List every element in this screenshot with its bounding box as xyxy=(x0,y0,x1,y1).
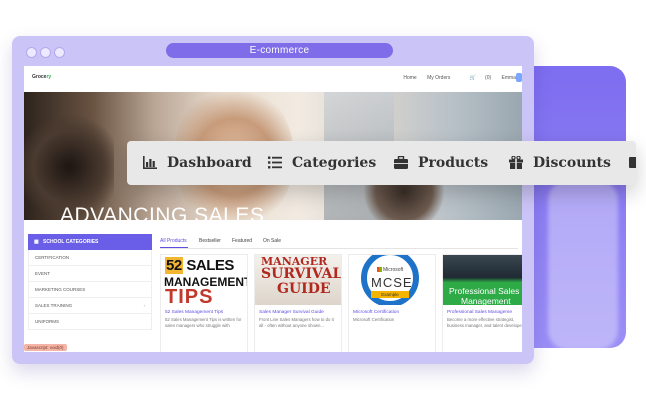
sidebar-item-sales-training[interactable]: SALES TRAINING › xyxy=(28,298,152,314)
product-card[interactable]: Microsoft MCSE Example Microsoft Certifi… xyxy=(348,254,436,352)
sidebar-item-label: CERTIFICATION xyxy=(35,255,70,260)
product-thumbnail[interactable]: 52 SALES MANAGEMENT TIPS xyxy=(161,255,247,305)
logo-text: Groce xyxy=(32,74,47,80)
site-logo[interactable]: Grocery xyxy=(32,74,51,80)
product-tabs: All Products Bestseller Featured On Sale xyxy=(160,234,518,249)
list-icon xyxy=(268,156,282,169)
category-sidebar: ▦ SCHOOL CATEGORIES CERTIFICATION EVENT M… xyxy=(28,234,152,330)
thumb-line: MCSE xyxy=(371,275,413,290)
window-close-dot[interactable] xyxy=(26,47,37,58)
active-tab-indicator xyxy=(160,247,188,248)
product-thumbnail[interactable]: MANAGER SURVIVAL GUIDE xyxy=(255,255,341,305)
tab-on-sale[interactable]: On Sale xyxy=(263,238,281,244)
product-thumbnail[interactable]: Microsoft MCSE Example xyxy=(349,255,435,305)
chat-badge-icon[interactable] xyxy=(516,73,522,82)
microsoft-logo-icon xyxy=(377,267,382,273)
product-card[interactable]: 52 SALES MANAGEMENT TIPS 52 Sales Manage… xyxy=(160,254,248,352)
product-title-link[interactable]: Professional Sales Manageme xyxy=(447,310,512,315)
thumb-brand: Microsoft xyxy=(377,267,403,273)
web-page: Grocery Home My Orders 🛒 (0) Emma ADVANCI… xyxy=(24,66,522,352)
menu-item-label: Categories xyxy=(292,155,377,171)
product-title-link[interactable]: 52 Sales Management Tips xyxy=(165,310,223,315)
decorative-glow xyxy=(548,180,618,350)
sidebar-title: SCHOOL CATEGORIES xyxy=(43,239,99,245)
gift-icon xyxy=(509,156,523,169)
browser-window: E-commerce Grocery Home My Orders 🛒 (0) E… xyxy=(12,36,534,364)
sidebar-item-label: UNIFORMS xyxy=(35,319,59,324)
product-description: Front Line Sales Managers how to do it a… xyxy=(259,317,334,328)
thumb-line: Management xyxy=(461,296,511,305)
tab-bestseller[interactable]: Bestseller xyxy=(199,238,221,244)
product-card[interactable]: MANAGER SURVIVAL GUIDE Sales Manager Sur… xyxy=(254,254,342,352)
nav-cart-link[interactable]: 🛒 (0) xyxy=(461,75,491,81)
sidebar-item-uniforms[interactable]: UNIFORMS xyxy=(28,314,152,330)
site-nav: Home My Orders 🛒 (0) Emma xyxy=(394,75,516,81)
admin-menu-bar: Dashboard Categories Products Discounts xyxy=(127,141,636,185)
thumb-text: SALES xyxy=(182,257,234,274)
product-card[interactable]: Professional Sales Management Profession… xyxy=(442,254,522,352)
menu-item-label: Dashboard xyxy=(167,155,252,171)
menu-item-label: Discounts xyxy=(533,155,611,171)
menu-item-label: Products xyxy=(418,155,489,171)
sidebar-item-label: SALES TRAINING xyxy=(35,303,73,308)
bar-chart-icon xyxy=(143,156,157,169)
tab-all-products[interactable]: All Products xyxy=(160,238,187,244)
window-minimize-dot[interactable] xyxy=(40,47,51,58)
product-description: 52 Sales Management Tips is written for … xyxy=(165,317,242,328)
sidebar-item-certification[interactable]: CERTIFICATION xyxy=(28,250,152,266)
thumb-ribbon: Example xyxy=(371,291,409,298)
tab-featured[interactable]: Featured xyxy=(232,238,252,244)
window-title: E-commerce xyxy=(166,43,393,58)
nav-home-link[interactable]: Home xyxy=(403,75,416,81)
cart-count: (0) xyxy=(485,75,492,81)
product-area: All Products Bestseller Featured On Sale… xyxy=(160,234,522,352)
sidebar-header: ▦ SCHOOL CATEGORIES xyxy=(28,234,152,250)
nav-orders-link[interactable]: My Orders xyxy=(427,75,450,81)
window-titlebar: E-commerce xyxy=(12,36,534,66)
sidebar-item-label: MARKETING COURSES xyxy=(35,287,86,292)
grid-icon: ▦ xyxy=(34,239,39,245)
window-maximize-dot[interactable] xyxy=(54,47,65,58)
site-header: Grocery Home My Orders 🛒 (0) Emma xyxy=(24,66,522,92)
briefcase-icon xyxy=(394,156,408,169)
hero-headline: ADVANCING SALES xyxy=(60,204,265,220)
product-description: Become a more effective strategist, busi… xyxy=(447,317,522,328)
thumb-line: Professional Sales xyxy=(449,286,520,296)
thumb-line: GUIDE xyxy=(277,281,331,297)
status-link-tooltip: Javascript: void(0) xyxy=(24,344,67,351)
cart-icon: 🛒 xyxy=(469,75,477,81)
product-title-link[interactable]: Microsoft Certification xyxy=(353,310,399,315)
thumb-line: 52 SALES xyxy=(165,257,234,274)
catalog-section: ▦ SCHOOL CATEGORIES CERTIFICATION EVENT M… xyxy=(24,228,522,352)
sidebar-item-event[interactable]: EVENT xyxy=(28,266,152,282)
product-thumbnail[interactable]: Professional Sales Management xyxy=(443,255,522,305)
thumb-number: 52 xyxy=(165,257,183,274)
thumb-line: SURVIVAL xyxy=(261,266,341,282)
product-title-link[interactable]: Sales Manager Survival Guide xyxy=(259,310,324,315)
product-grid: 52 SALES MANAGEMENT TIPS 52 Sales Manage… xyxy=(160,254,522,352)
sidebar-item-label: EVENT xyxy=(35,271,51,276)
product-description: Microsoft Certification xyxy=(353,317,395,322)
thumb-line: TIPS xyxy=(165,286,214,305)
more-icon xyxy=(629,157,636,168)
thumb-brand-text: Microsoft xyxy=(383,267,404,273)
nav-user-link[interactable]: Emma xyxy=(502,75,516,81)
chevron-right-icon: › xyxy=(143,303,146,308)
sidebar-item-marketing-courses[interactable]: MARKETING COURSES xyxy=(28,282,152,298)
logo-accent: ry xyxy=(46,74,52,80)
